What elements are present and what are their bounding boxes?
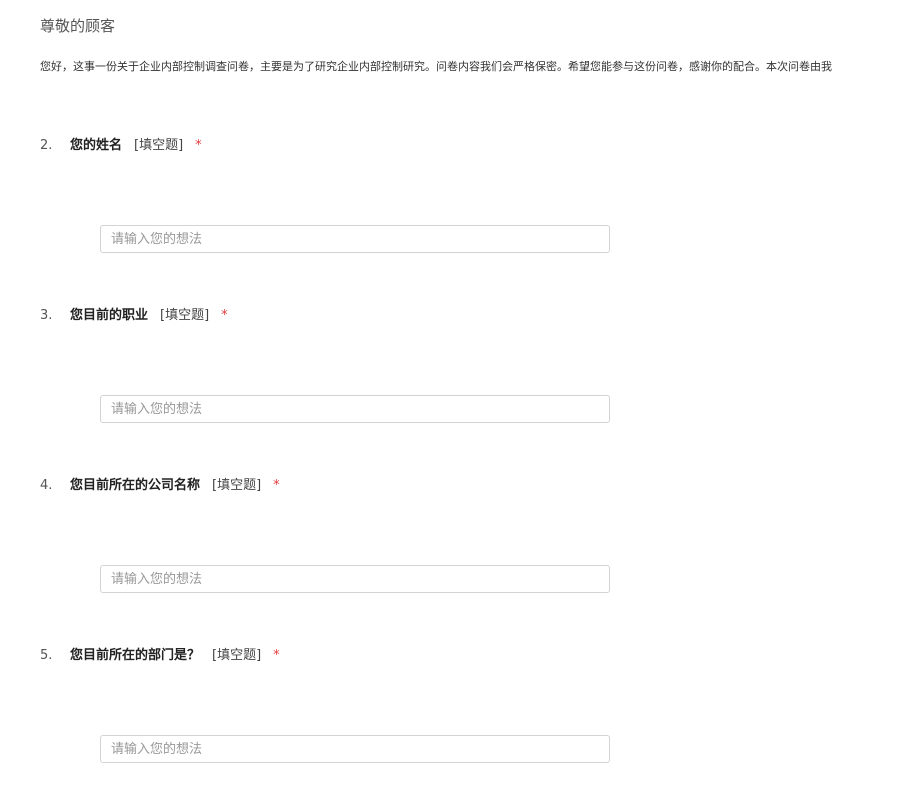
company-input[interactable] — [100, 565, 610, 593]
question-text: 您目前的职业 — [70, 308, 149, 323]
question-text: 您目前所在的部门是？ — [70, 648, 201, 663]
required-asterisk: * — [273, 648, 280, 663]
question-type-label: [填空题] — [160, 308, 210, 323]
required-asterisk: * — [195, 138, 202, 153]
question-title-row: 2. 您的姓名 [填空题] * — [40, 136, 202, 156]
question-company: 4. 您目前所在的公司名称 [填空题] * — [0, 476, 900, 646]
name-input[interactable] — [100, 225, 610, 253]
question-type-label: [填空题] — [134, 138, 184, 153]
question-number: 4. — [40, 478, 53, 493]
department-input[interactable] — [100, 735, 610, 763]
question-name: 2. 您的姓名 [填空题] * — [0, 136, 900, 306]
question-type-label: [填空题] — [212, 648, 262, 663]
survey-intro-text: 您好，这事一份关于企业内部控制调查问卷，主要是为了研究企业内部控制研究。问卷内容… — [40, 60, 832, 73]
question-title-row: 5. 您目前所在的部门是？ [填空题] * — [40, 646, 280, 666]
question-text: 您目前所在的公司名称 — [70, 478, 201, 493]
question-occupation: 3. 您目前的职业 [填空题] * — [0, 306, 900, 476]
question-number: 3. — [40, 308, 53, 323]
required-asterisk: * — [221, 308, 228, 323]
question-number: 2. — [40, 138, 53, 153]
question-department: 5. 您目前所在的部门是？ [填空题] * — [0, 646, 900, 800]
question-title-row: 4. 您目前所在的公司名称 [填空题] * — [40, 476, 280, 496]
survey-page: 尊敬的顾客 您好，这事一份关于企业内部控制调查问卷，主要是为了研究企业内部控制研… — [0, 0, 900, 800]
question-title-row: 3. 您目前的职业 [填空题] * — [40, 306, 228, 326]
occupation-input[interactable] — [100, 395, 610, 423]
greeting-heading: 尊敬的顾客 — [40, 17, 116, 35]
required-asterisk: * — [273, 478, 280, 493]
question-type-label: [填空题] — [212, 478, 262, 493]
question-number: 5. — [40, 648, 53, 663]
question-text: 您的姓名 — [70, 138, 123, 153]
